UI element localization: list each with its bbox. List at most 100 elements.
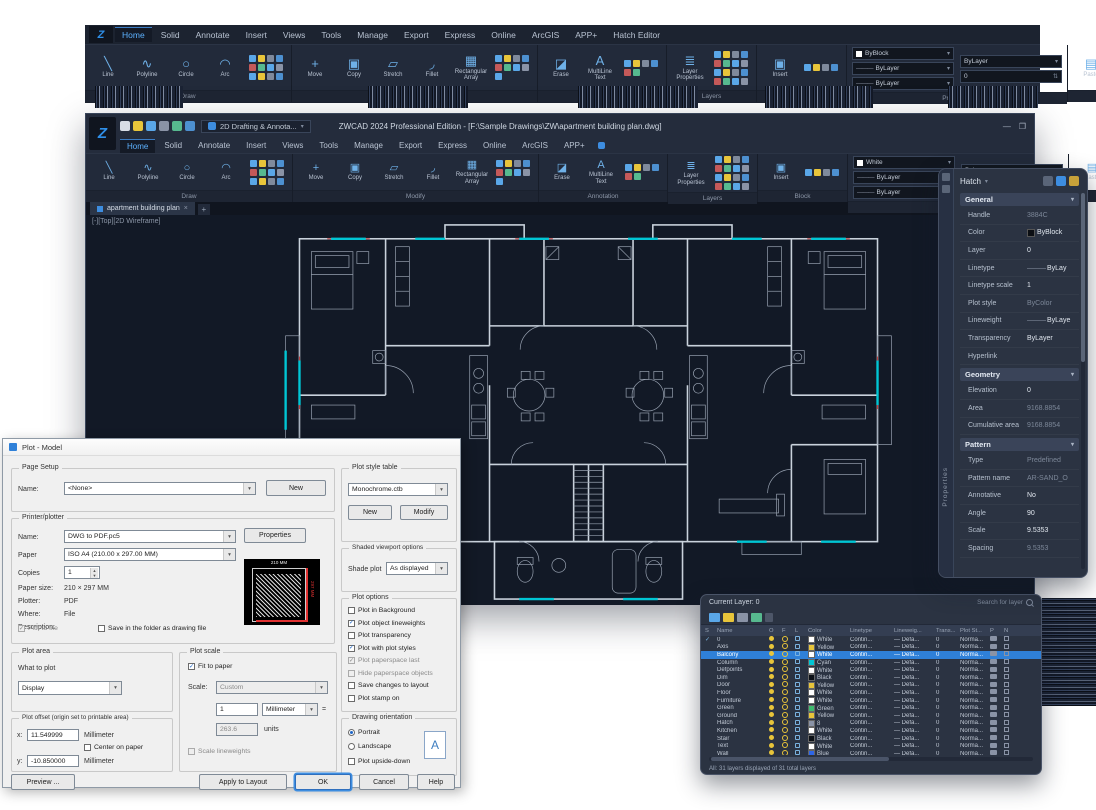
ribbon-tab-arcgis[interactable]: ArcGIS	[515, 139, 555, 152]
undo-icon[interactable]	[172, 121, 182, 131]
tool-copy-button[interactable]: ▣Copy	[336, 57, 372, 79]
ribbon-tab-app-[interactable]: APP+	[557, 139, 592, 152]
chevron-down-icon[interactable]: ▾	[985, 178, 988, 185]
ribbon-tab-express[interactable]: Express	[431, 139, 474, 152]
scale-unit-dropdown[interactable]: Millimeter▾	[262, 703, 318, 716]
property-row-pattern-name[interactable]: Pattern nameAR-SAND_O	[960, 470, 1079, 488]
layer-row-0[interactable]: ✓0WhiteContin...— Defa...0Norma...	[701, 636, 1041, 644]
property-row-layer[interactable]: Layer0	[960, 242, 1079, 260]
tool-insert-button[interactable]: ▣Insert	[762, 57, 798, 79]
addon-icon[interactable]	[598, 142, 605, 149]
tool-line-button[interactable]: ╲Line	[90, 57, 126, 79]
apply-to-layout-button[interactable]: Apply to Layout	[199, 774, 287, 790]
plot-style-dropdown[interactable]: Monochrome.ctb▾	[348, 483, 448, 496]
option-save-changes-to-layout-checkbox[interactable]: Save changes to layout	[348, 682, 429, 689]
ribbon-tab-app-[interactable]: APP+	[568, 28, 604, 42]
plot-style-modify-button[interactable]: Modify	[400, 505, 448, 520]
copies-spinner[interactable]: ▲▼	[90, 568, 98, 577]
layer-row-furniture[interactable]: FurnitureWhiteContin...— Defa...0Norma..…	[701, 697, 1041, 705]
page-setup-name-dropdown[interactable]: <None>▾	[64, 482, 256, 495]
property-row-handle[interactable]: Handle3884C	[960, 207, 1079, 225]
center-on-paper-checkbox[interactable]: Center on paper	[84, 744, 143, 751]
printer-properties-button[interactable]: Properties	[244, 528, 306, 543]
zwcad-logo-icon[interactable]: Z	[89, 117, 116, 150]
save-folder-checkbox[interactable]: Save in the folder as drawing file	[98, 625, 206, 632]
ribbon-tab-solid[interactable]: Solid	[157, 139, 189, 152]
tool-circle-button[interactable]: ○Circle	[168, 57, 204, 79]
ribbon-tab-tools[interactable]: Tools	[314, 28, 348, 42]
layer-row-hatch[interactable]: Hatch8Contin...— Defa...0Norma...	[701, 720, 1041, 728]
tool-arc-button[interactable]: ◠Arc	[207, 57, 243, 79]
option-plot-with-plot-styles-checkbox[interactable]: Plot with plot styles	[348, 645, 416, 652]
layer-row-defpoints[interactable]: DefpointsWhiteContin...— Defa...0Norma..…	[701, 666, 1041, 674]
quick-select-icon[interactable]	[1069, 176, 1079, 186]
tool-stretch-button[interactable]: ▱Stretch	[375, 57, 411, 79]
tool-circle-button[interactable]: ○Circle	[169, 162, 205, 182]
tool-multiline-text-button[interactable]: AMultiLine Text	[582, 54, 618, 82]
ribbon-tab-manage[interactable]: Manage	[347, 139, 390, 152]
layer-row-kitchen[interactable]: KitchenWhiteContin...— Defa...0Norma...	[701, 727, 1041, 735]
ribbon-tab-home[interactable]: Home	[120, 139, 155, 153]
shade-plot-dropdown[interactable]: As displayed▾	[386, 562, 448, 575]
ribbon-tab-online[interactable]: Online	[476, 139, 513, 152]
what-to-plot-dropdown[interactable]: Display▾	[18, 681, 122, 695]
layer-row-green[interactable]: GreenGreenContin...— Defa...0Norma...	[701, 704, 1041, 712]
plotstyle-dropdown[interactable]: ByLayer▾	[960, 55, 1062, 68]
preview-button[interactable]: Preview ...	[11, 774, 75, 790]
tool-move-button[interactable]: +Move	[297, 57, 333, 79]
close-palette-icon[interactable]	[942, 173, 950, 181]
tool-insert-button[interactable]: ▣Insert	[763, 162, 799, 182]
restore-button[interactable]: ❐	[1019, 122, 1026, 131]
document-tab[interactable]: apartment building plan ×	[90, 202, 195, 215]
fit-to-paper-checkbox[interactable]: Fit to paper	[188, 663, 232, 670]
layer-row-door[interactable]: DoorYellowContin...— Defa...0Norma...	[701, 682, 1041, 690]
copies-input[interactable]: 1 ▲▼	[64, 566, 100, 579]
section-header-geometry[interactable]: Geometry▾	[960, 368, 1079, 381]
tool-stretch-button[interactable]: ▱Stretch	[376, 162, 412, 182]
portrait-radio[interactable]: Portrait	[348, 729, 380, 736]
tool-polyline-button[interactable]: ∿Polyline	[130, 162, 166, 182]
paper-dropdown[interactable]: ISO A4 (210.00 x 297.00 MM)▾	[64, 548, 236, 561]
ribbon-tab-solid[interactable]: Solid	[154, 28, 187, 42]
minimize-button[interactable]: —	[1003, 122, 1011, 131]
lineweight-value-spinner[interactable]: 0⇅	[960, 70, 1062, 83]
layer-row-dim[interactable]: DimBlackContin...— Defa...0Norma...	[701, 674, 1041, 682]
property-row-linetype-scale[interactable]: Linetype scale1	[960, 277, 1079, 295]
tool-copy-button[interactable]: ▣Copy	[337, 162, 373, 182]
tool-layer-properties-button[interactable]: ≣Layer Properties	[672, 54, 708, 82]
object-color-dropdown[interactable]: ByBlock▾	[852, 47, 954, 60]
option-plot-object-lineweights-checkbox[interactable]: Plot object lineweights	[348, 620, 425, 627]
tool-arc-button[interactable]: ◠Arc	[208, 162, 244, 182]
ribbon-tab-export[interactable]: Export	[392, 139, 429, 152]
ribbon-tab-annotate[interactable]: Annotate	[189, 28, 237, 42]
property-row-area[interactable]: Area9168.8854	[960, 400, 1079, 418]
option-plot-transparency-checkbox[interactable]: Plot transparency	[348, 632, 411, 639]
tool-paste-button[interactable]: ▤Paste	[1073, 57, 1096, 79]
offset-y-input[interactable]: -10.850000	[27, 755, 79, 767]
horizontal-scrollbar[interactable]	[701, 755, 1041, 763]
ribbon-tab-hatch-editor[interactable]: Hatch Editor	[606, 28, 667, 42]
ribbon-tab-views[interactable]: Views	[276, 28, 313, 42]
scale-numerator-input[interactable]: 1	[216, 703, 258, 716]
viewport-controls[interactable]: [-][Top][2D Wireframe]	[92, 218, 160, 225]
property-row-angle[interactable]: Angle90	[960, 505, 1079, 523]
new-layer-icon[interactable]	[709, 613, 720, 622]
new-file-icon[interactable]	[120, 121, 130, 131]
property-row-scale[interactable]: Scale9.5353	[960, 523, 1079, 541]
tool-layer-properties-button[interactable]: ≣Layer Properties	[673, 160, 709, 186]
section-header-general[interactable]: General▾	[960, 193, 1079, 206]
object-color-dropdown[interactable]: White▾	[853, 156, 955, 169]
ribbon-tab-tools[interactable]: Tools	[312, 139, 345, 152]
ribbon-tab-home[interactable]: Home	[115, 27, 152, 42]
tool-erase-button[interactable]: ◪Erase	[544, 162, 580, 182]
ok-button[interactable]: OK	[295, 774, 351, 790]
new-vp-frozen-layer-icon[interactable]	[723, 613, 734, 622]
option-plot-in-background-checkbox[interactable]: Plot in Background	[348, 607, 415, 614]
property-row-hyperlink[interactable]: Hyperlink	[960, 348, 1079, 366]
tool-multiline-text-button[interactable]: AMultiLine Text	[583, 159, 619, 185]
property-row-spacing[interactable]: Spacing9.5353	[960, 540, 1079, 558]
cancel-button[interactable]: Cancel	[359, 774, 409, 790]
close-tab-icon[interactable]: ×	[184, 205, 188, 212]
tool-erase-button[interactable]: ◪Erase	[543, 57, 579, 79]
workspace-switcher[interactable]: 2D Drafting & Annota... ▾	[201, 120, 311, 133]
